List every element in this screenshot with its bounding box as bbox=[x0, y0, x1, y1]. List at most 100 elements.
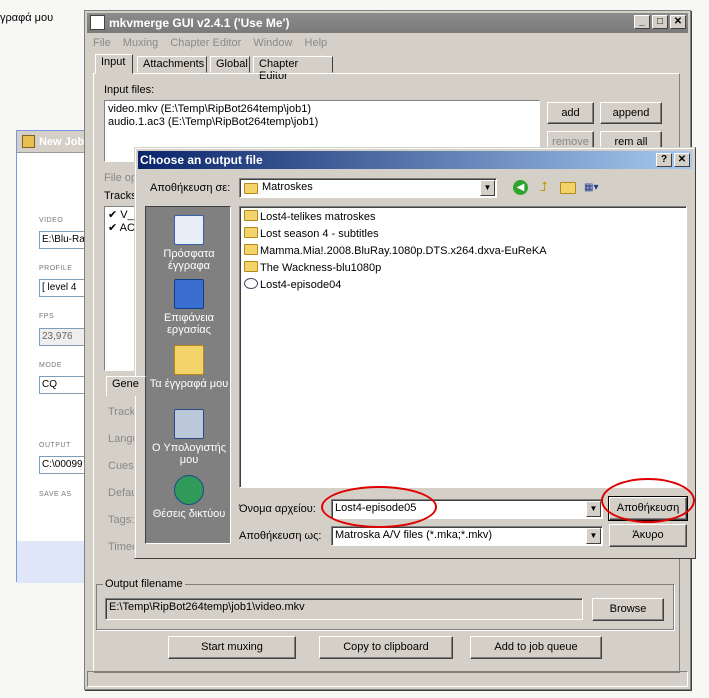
list-item[interactable]: Lost4-telikes matroskes bbox=[244, 209, 376, 225]
menu-file[interactable]: File bbox=[93, 37, 111, 49]
save-as-type-label: Αποθήκευση ως: bbox=[239, 530, 322, 542]
main-title: mkvmerge GUI v2.4.1 ('Use Me') bbox=[109, 16, 290, 30]
profile-select[interactable]: [ level 4 bbox=[39, 279, 87, 297]
cancel-button[interactable]: Άκυρο bbox=[609, 524, 687, 547]
list-item[interactable]: audio.1.ac3 (E:\Temp\RipBot264temp\job1) bbox=[108, 116, 536, 129]
tags-label: Tags: bbox=[108, 514, 135, 526]
list-item[interactable]: Mamma.Mia!.2008.BluRay.1080p.DTS.x264.dx… bbox=[244, 243, 547, 259]
file-list[interactable]: Lost4-telikes matroskes Lost season 4 - … bbox=[239, 206, 687, 488]
video-label: VIDEO bbox=[39, 217, 64, 224]
recent-documents-icon bbox=[174, 215, 204, 245]
filename-label: Όνομα αρχείου: bbox=[239, 503, 316, 515]
folder-icon bbox=[244, 210, 258, 221]
new-job-titlebar: New Job bbox=[17, 131, 85, 153]
menu-window[interactable]: Window bbox=[253, 37, 292, 49]
output-filename-group: Output filename E:\Temp\RipBot264temp\jo… bbox=[96, 578, 674, 630]
default-label: Defau bbox=[108, 487, 138, 499]
output-label: OUTPUT bbox=[39, 442, 71, 449]
my-documents-icon bbox=[174, 345, 204, 375]
place-my-computer[interactable]: Ο Υπολογιστής μου bbox=[146, 409, 232, 466]
save-dialog: Choose an output file ? ✕ Αποθήκευση σε:… bbox=[134, 147, 696, 559]
save-as-type-select[interactable]: Matroska A/V files (*.mka;*.mkv) ▼ bbox=[331, 526, 603, 546]
list-item[interactable]: Lost4-episode04 bbox=[244, 277, 341, 293]
video-field[interactable]: E:\Blu-Ra bbox=[39, 231, 87, 249]
profile-label: PROFILE bbox=[39, 265, 73, 272]
back-icon[interactable]: ◀ bbox=[513, 180, 528, 195]
save-in-value: Matroskes bbox=[262, 181, 313, 193]
dialog-titlebar: Choose an output file ? ✕ bbox=[138, 151, 692, 169]
folder-icon bbox=[244, 183, 258, 194]
tracks-label: Tracks bbox=[104, 190, 137, 202]
add-job-queue-button[interactable]: Add to job queue bbox=[470, 636, 602, 659]
fps-field[interactable]: 23,976 bbox=[39, 328, 87, 346]
tab-chapter-editor[interactable]: Chapter Editor bbox=[253, 56, 333, 82]
dialog-title: Choose an output file bbox=[140, 153, 263, 167]
main-titlebar: mkvmerge GUI v2.4.1 ('Use Me') _ □ ✕ bbox=[87, 13, 688, 33]
network-places-icon bbox=[174, 475, 204, 505]
chevron-down-icon[interactable]: ▼ bbox=[586, 528, 601, 544]
new-folder-icon[interactable] bbox=[560, 182, 576, 194]
close-button[interactable]: ✕ bbox=[670, 15, 686, 29]
new-job-title: New Job bbox=[39, 136, 85, 148]
input-files-label: Input files: bbox=[104, 84, 155, 96]
place-label: Θέσεις δικτύου bbox=[152, 508, 226, 520]
folder-icon bbox=[244, 244, 258, 255]
mode-select[interactable]: CQ bbox=[39, 376, 87, 394]
start-muxing-button[interactable]: Start muxing bbox=[168, 636, 296, 659]
add-button[interactable]: add bbox=[547, 102, 594, 124]
output-filename-field[interactable]: E:\Temp\RipBot264temp\job1\video.mkv bbox=[105, 598, 583, 620]
help-button[interactable]: ? bbox=[656, 153, 672, 167]
place-label: Ο Υπολογιστής μου bbox=[151, 442, 227, 466]
save-in-select[interactable]: Matroskes ▼ bbox=[239, 178, 497, 198]
chevron-down-icon[interactable]: ▼ bbox=[586, 501, 601, 517]
output-filename-label: Output filename bbox=[103, 578, 185, 590]
place-label: Τα έγγραφά μου bbox=[149, 378, 229, 390]
copy-clipboard-button[interactable]: Copy to clipboard bbox=[319, 636, 453, 659]
list-item[interactable]: The Wackness-blu1080p bbox=[244, 260, 381, 276]
browse-button[interactable]: Browse bbox=[592, 598, 664, 621]
menu-chapter-editor[interactable]: Chapter Editor bbox=[170, 37, 241, 49]
output-field[interactable]: C:\00099 bbox=[39, 456, 87, 474]
place-label: Πρόσφατα έγγραφα bbox=[163, 248, 215, 272]
desktop-icon-label[interactable]: γραφά μου bbox=[0, 12, 53, 24]
bottom-strip bbox=[17, 541, 85, 583]
list-item[interactable]: video.mkv (E:\Temp\RipBot264temp\job1) bbox=[108, 103, 536, 116]
mode-label: MODE bbox=[39, 362, 62, 369]
place-desktop[interactable]: Επιφάνεια εργασίας bbox=[146, 279, 232, 336]
menu-muxing[interactable]: Muxing bbox=[123, 37, 158, 49]
file-options-label: File op bbox=[104, 172, 138, 184]
track-name-label: Track bbox=[108, 406, 136, 418]
menu-help[interactable]: Help bbox=[305, 37, 328, 49]
tab-global[interactable]: Global bbox=[210, 56, 250, 73]
my-computer-icon bbox=[174, 409, 204, 439]
tab-general[interactable]: Gene bbox=[106, 376, 146, 396]
append-button[interactable]: append bbox=[600, 102, 662, 124]
status-bar bbox=[87, 671, 688, 687]
view-menu-icon[interactable]: ▦▾ bbox=[584, 181, 606, 194]
up-folder-icon[interactable]: ⮥ bbox=[536, 179, 552, 195]
mkvmerge-icon bbox=[90, 15, 105, 30]
folder-icon bbox=[244, 227, 258, 238]
chevron-down-icon[interactable]: ▼ bbox=[480, 180, 495, 196]
list-item[interactable]: Lost season 4 - subtitles bbox=[244, 226, 379, 242]
save-as-type-value: Matroska A/V files (*.mka;*.mkv) bbox=[335, 529, 493, 541]
minimize-button[interactable]: _ bbox=[634, 15, 650, 29]
places-bar: Πρόσφατα έγγραφα Επιφάνεια εργασίας Τα έ… bbox=[145, 206, 231, 544]
maximize-button[interactable]: □ bbox=[652, 15, 668, 29]
place-my-documents[interactable]: Τα έγγραφά μου bbox=[146, 345, 232, 390]
app-icon bbox=[22, 135, 35, 148]
mkv-file-icon bbox=[244, 278, 258, 289]
tab-attachments[interactable]: Attachments bbox=[137, 56, 207, 73]
place-network[interactable]: Θέσεις δικτύου bbox=[146, 475, 232, 520]
annotation-circle bbox=[321, 486, 437, 528]
new-job-window: New Job VIDEO E:\Blu-Ra PROFILE [ level … bbox=[16, 130, 87, 583]
annotation-circle bbox=[601, 478, 695, 523]
save-in-label: Αποθήκευση σε: bbox=[150, 182, 231, 194]
dialog-close-button[interactable]: ✕ bbox=[674, 153, 690, 167]
menu-bar: File Muxing Chapter Editor Window Help bbox=[93, 37, 336, 49]
desktop-icon bbox=[174, 279, 204, 309]
place-label: Επιφάνεια εργασίας bbox=[163, 312, 215, 336]
place-recent[interactable]: Πρόσφατα έγγραφα bbox=[146, 215, 232, 272]
cues-label: Cues: bbox=[108, 460, 137, 472]
tab-input[interactable]: Input bbox=[95, 54, 133, 74]
